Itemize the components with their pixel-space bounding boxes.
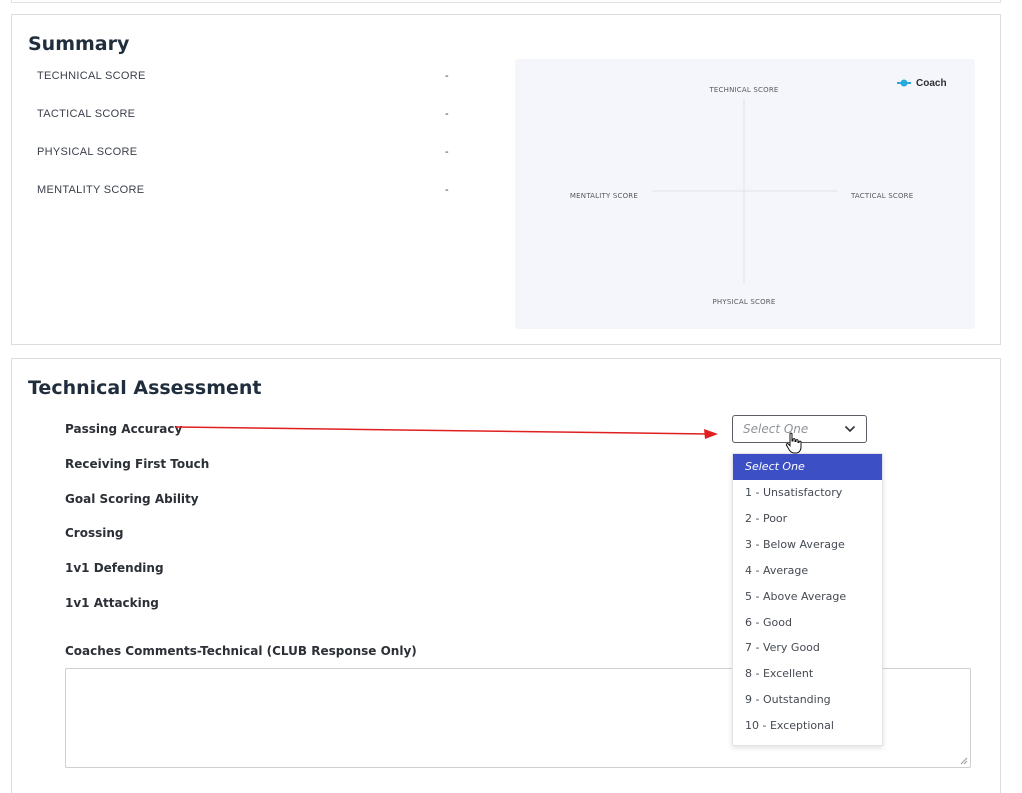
option-3[interactable]: 3 - Below Average <box>733 532 882 558</box>
option-8[interactable]: 8 - Excellent <box>733 661 882 687</box>
option-5[interactable]: 5 - Above Average <box>733 584 882 610</box>
score-value: - <box>445 146 449 158</box>
radar-chart: TECHNICAL SCORE TACTICAL SCORE PHYSICAL … <box>515 59 975 329</box>
score-value: - <box>445 70 449 82</box>
radar-axis-top-label: TECHNICAL SCORE <box>708 86 778 94</box>
option-9[interactable]: 9 - Outstanding <box>733 687 882 713</box>
summary-card: Summary TECHNICAL SCORE - TACTICAL SCORE… <box>11 14 1001 345</box>
score-label: MENTALITY SCORE <box>37 184 145 196</box>
option-7[interactable]: 7 - Very Good <box>733 635 882 661</box>
previous-card-edge <box>11 0 1001 3</box>
criterion-1v1-defending: 1v1 Defending <box>65 561 164 575</box>
option-10[interactable]: 10 - Exceptional <box>733 713 882 739</box>
option-4[interactable]: 4 - Average <box>733 558 882 584</box>
hand-cursor-icon <box>785 432 802 454</box>
radar-axis-right-label: TACTICAL SCORE <box>850 192 913 200</box>
option-1[interactable]: 1 - Unsatisfactory <box>733 480 882 506</box>
criterion-crossing: Crossing <box>65 526 124 540</box>
score-value: - <box>445 184 449 196</box>
technical-assessment-title: Technical Assessment <box>28 377 262 399</box>
legend-coach[interactable]: Coach <box>897 78 947 89</box>
resize-grip-icon[interactable] <box>960 757 968 765</box>
criterion-passing-accuracy: Passing Accuracy <box>65 422 183 436</box>
criterion-goal-scoring-ability: Goal Scoring Ability <box>65 492 199 506</box>
criterion-1v1-attacking: 1v1 Attacking <box>65 596 159 610</box>
legend-label: Coach <box>916 78 947 89</box>
score-label: PHYSICAL SCORE <box>37 146 138 158</box>
option-6[interactable]: 6 - Good <box>733 610 882 636</box>
option-select-one[interactable]: Select One <box>733 454 882 480</box>
radar-axis-bottom-label: PHYSICAL SCORE <box>713 298 776 306</box>
criterion-receiving-first-touch: Receiving First Touch <box>65 457 210 471</box>
option-2[interactable]: 2 - Poor <box>733 506 882 532</box>
comments-label: Coaches Comments-Technical (CLUB Respons… <box>65 644 417 658</box>
chevron-down-icon[interactable] <box>844 424 856 434</box>
score-label: TECHNICAL SCORE <box>37 70 146 82</box>
score-value: - <box>445 108 449 120</box>
summary-title: Summary <box>28 33 130 55</box>
score-label: TACTICAL SCORE <box>37 108 136 120</box>
legend-marker-icon <box>900 79 908 87</box>
radar-axis-left-label: MENTALITY SCORE <box>570 192 638 200</box>
select-options-list: Select One 1 - Unsatisfactory 2 - Poor 3… <box>732 453 883 746</box>
